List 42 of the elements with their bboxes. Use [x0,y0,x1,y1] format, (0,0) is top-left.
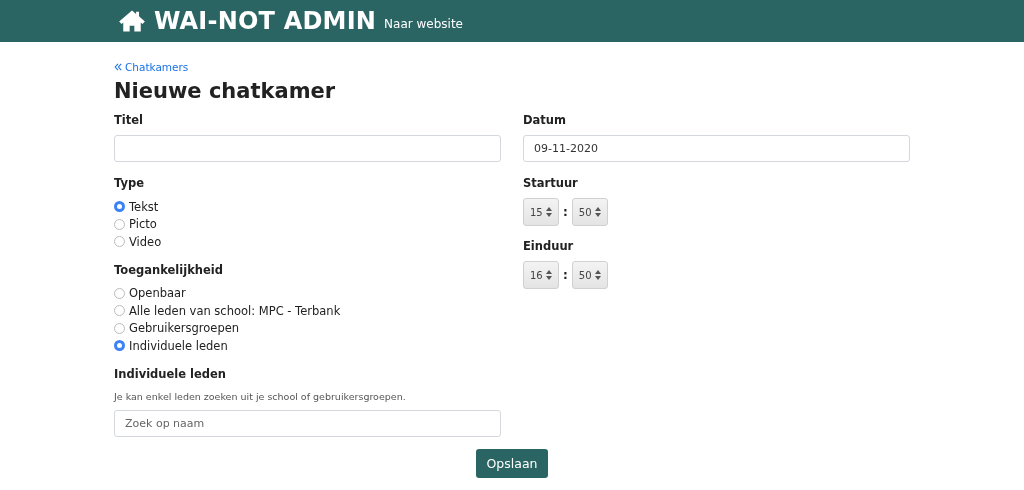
radio-button[interactable] [114,305,125,317]
radio-button[interactable] [114,236,125,248]
radio-button[interactable] [114,218,125,230]
minute-select[interactable]: 50 [571,261,608,289]
time-separator: : [563,205,568,219]
search-field[interactable]: Zoek op naam [114,409,501,437]
time-separator: : [563,268,568,282]
radio-button[interactable] [114,287,125,299]
hour-select[interactable]: 15 [523,198,559,226]
radio-label: Picto [129,217,157,232]
page-title: Nieuwe chatkamer [114,79,337,103]
field-label: Toegankelijkheid [114,262,224,277]
radio-label: Tekst [129,199,159,214]
minute-select[interactable]: 50 [571,198,608,226]
updown-icon [546,270,552,280]
title-field[interactable] [114,135,501,162]
field-label: Einduur [523,239,575,253]
radio-label: Video [129,234,162,249]
radio-button[interactable] [114,340,125,352]
double-chevron-icon [114,63,122,71]
radio-label: Openbaar [129,286,186,301]
date-field[interactable]: 09-11-2020 [523,135,910,162]
field-label: Startuur [523,176,579,190]
updown-icon [594,207,601,217]
radio-label: Individuele leden [129,338,228,353]
save-button[interactable]: Opslaan [476,448,548,478]
radio-button[interactable] [114,201,125,213]
website-link[interactable]: Naar website [384,17,463,31]
home-icon[interactable] [118,9,146,33]
hour-select[interactable]: 16 [523,261,559,289]
field-label: Individuele leden [114,366,227,381]
radio-label: Gebruikersgroepen [129,321,240,336]
back-link[interactable]: Chatkamers [114,61,189,73]
field-label: Datum [523,113,567,127]
updown-icon [594,270,601,280]
radio-button[interactable] [114,322,125,334]
field-label: Type [114,176,145,190]
field-label: Titel [114,113,145,127]
help-text: Je kan enkel leden zoeken uit je school of gebruikersgroepen. [114,390,407,402]
updown-icon [546,207,552,217]
app-title: WAI-NOT ADMIN [154,7,377,35]
radio-label: Alle leden van school: MPC - Terbank [129,303,341,318]
